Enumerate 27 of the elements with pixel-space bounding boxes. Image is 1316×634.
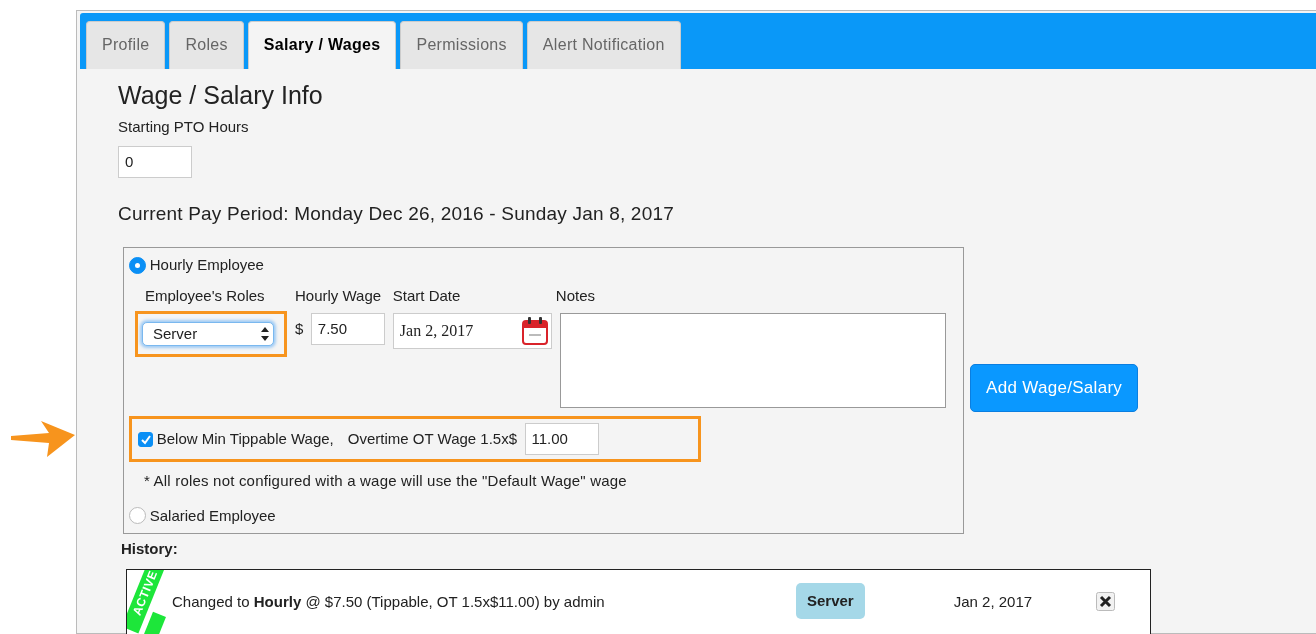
field-label: Start Date bbox=[392, 285, 462, 306]
date-input[interactable]: Jan 2, 2017 bbox=[392, 313, 552, 349]
tab[interactable]: Salary / Wages bbox=[247, 21, 397, 69]
checkbox-label: Below Min Tippable Wage, bbox=[156, 428, 334, 449]
radio-label: Salaried Employee bbox=[149, 505, 276, 526]
history-description: Changed to Hourly @ $7.50 (Tippable, OT 1.5x$11.00) by admin bbox=[172, 591, 606, 612]
currency-symbol: $ bbox=[295, 318, 304, 339]
pto-label: Starting PTO Hours bbox=[118, 116, 250, 137]
role-tag: Server bbox=[796, 582, 865, 619]
tab[interactable]: Roles bbox=[169, 21, 244, 69]
pay-period-text: Current Pay Period: Monday Dec 26, 2016 - Sunday Jan 8, 2017 bbox=[118, 201, 675, 226]
history-date: Jan 2, 2017 bbox=[953, 591, 1033, 612]
tab[interactable]: Profile bbox=[86, 21, 166, 69]
field-label: Hourly Wage bbox=[295, 285, 383, 306]
radio-label: Hourly Employee bbox=[149, 255, 264, 275]
section-title: Wage / Salary Info bbox=[118, 80, 324, 111]
wage-input[interactable]: 7.50 bbox=[310, 313, 385, 345]
tab[interactable]: Permissions bbox=[400, 21, 523, 69]
footnote: * All roles not configured with a wage will use the "Default Wage" wage bbox=[144, 471, 628, 491]
history-label: History: bbox=[121, 539, 179, 559]
field-label: Employee's Roles bbox=[144, 285, 266, 306]
overtime-input[interactable]: 11.00 bbox=[524, 423, 599, 455]
pto-input[interactable]: 0 bbox=[118, 145, 192, 178]
field-label: Notes bbox=[555, 285, 597, 306]
field-label: Overtime OT Wage 1.5x$ bbox=[347, 428, 518, 449]
role-select[interactable]: Server bbox=[142, 321, 274, 346]
tab[interactable]: Alert Notification bbox=[526, 21, 681, 69]
